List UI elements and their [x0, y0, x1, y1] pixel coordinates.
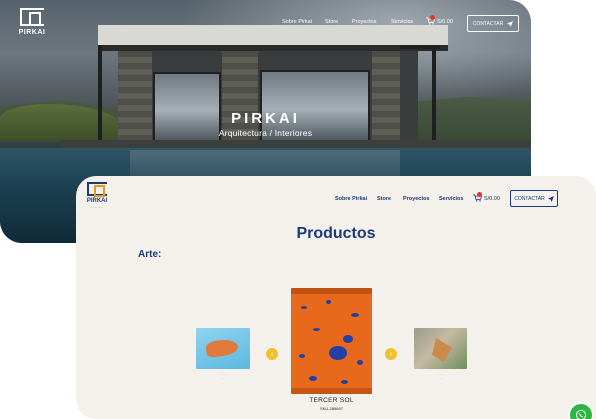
products-logo-text: PIRKAI [86, 198, 108, 204]
paper-plane-icon [507, 20, 514, 27]
products-nav-sobre-pirkai[interactable]: Sobre Pirkai [335, 196, 367, 202]
hero-nav-sobre-pirkai[interactable]: Sobre Pirkai [282, 19, 312, 25]
category-heading: Arte: [138, 249, 162, 260]
hero-subtitle: Arquitectura / Interiores [218, 128, 313, 138]
product-thumbnail-next[interactable] [414, 328, 467, 369]
hero-cart-total[interactable]: S/0.00 [437, 19, 453, 25]
paper-plane-icon [547, 195, 554, 202]
products-screenshot: PIRKAI — — — — Sobre Pirkai Store Proyec… [76, 176, 596, 419]
logo-mark-icon [87, 182, 107, 197]
hero-nav-servicios[interactable]: Servicios [391, 19, 413, 25]
phone-icon [575, 409, 587, 419]
products-cart-total[interactable]: S/0.00 [484, 196, 500, 202]
products-nav-servicios[interactable]: Servicios [439, 196, 463, 202]
pool-deck [60, 140, 531, 148]
hero-contactar-button[interactable]: CONTACTAR [467, 15, 519, 32]
featured-product-name[interactable]: TERCER SOL [291, 397, 372, 404]
hero-logo[interactable]: PIRKAI [16, 8, 48, 38]
products-logo[interactable]: PIRKAI — — — — [84, 182, 110, 216]
hero-logo-text: PIRKAI [18, 29, 46, 36]
screenshot-collage: PIRKAI Sobre Pirkai Store Proyectos Serv… [0, 0, 596, 419]
product-thumbnail-prev[interactable] [196, 328, 250, 369]
house-roof [98, 25, 448, 45]
cart-count-badge [477, 192, 482, 197]
hero-cta-label: CONTACTAR [472, 20, 504, 27]
hero-title: PIRKAI [231, 110, 300, 127]
hero-nav-proyectos[interactable]: Proyectos [352, 19, 376, 25]
logo-tagline-lines: — — — — [90, 206, 104, 209]
product-thumbnail-featured[interactable] [291, 288, 372, 394]
featured-product-sku: SKU-289897 [320, 406, 343, 411]
product-caption-next: ····· ····· [438, 372, 443, 380]
chevron-right-icon[interactable]: › [385, 348, 397, 360]
product-caption-prev: ······ ····· [220, 372, 226, 380]
products-cta-label: CONTACTAR [514, 195, 545, 202]
products-contactar-button[interactable]: CONTACTAR [510, 190, 558, 207]
chevron-left-icon[interactable]: ‹ [266, 348, 278, 360]
hero-nav-store[interactable]: Store [325, 19, 338, 25]
logo-mark-icon [20, 8, 44, 26]
products-nav-proyectos[interactable]: Proyectos [403, 196, 430, 202]
products-nav-store[interactable]: Store [377, 196, 391, 202]
products-page-title: Productos [296, 225, 376, 242]
cart-count-badge [430, 15, 435, 20]
